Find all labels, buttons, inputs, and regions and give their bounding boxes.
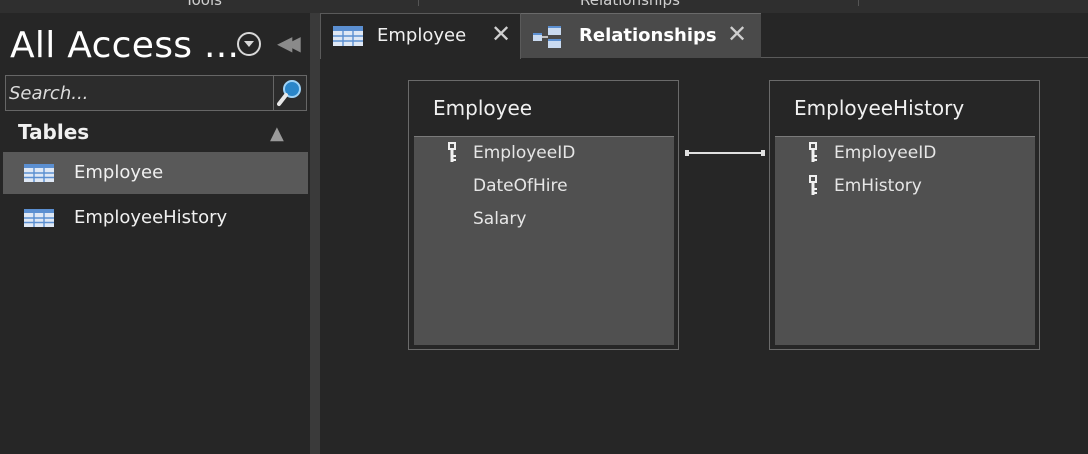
field-name: EmployeeID [834,143,937,163]
document-area: Employee ✕ Relationships ✕ Employee Empl… [320,13,1088,454]
search-input[interactable] [6,76,274,110]
key-icon [448,142,456,162]
field-list: EmployeeID DateOfHire Salary [414,136,674,345]
nav-item-label: EmployeeHistory [74,207,228,228]
field-list: EmployeeID EmHistory [775,136,1035,345]
close-icon[interactable]: ✕ [727,20,747,48]
nav-item-employeehistory[interactable]: EmployeeHistory [3,197,308,239]
table-box-title: Employee [433,96,533,120]
tab-employee[interactable]: Employee ✕ [320,13,521,59]
relationships-icon [533,26,561,48]
nav-pane-splitter[interactable] [310,13,320,454]
field-name: DateOfHire [473,176,568,196]
dropdown-icon[interactable] [237,32,261,56]
close-icon[interactable]: ✕ [491,20,511,48]
ribbon-separator [858,0,859,6]
table-box-title: EmployeeHistory [794,96,965,120]
field-row[interactable]: EmHistory [775,170,1035,203]
tab-relationships[interactable]: Relationships ✕ [521,13,761,58]
collapse-icon[interactable]: ◀◀ [277,31,301,55]
field-row[interactable]: EmployeeID [414,137,674,170]
field-row[interactable]: EmployeeID [775,137,1035,170]
field-name: Salary [473,209,527,229]
table-icon [333,26,363,46]
field-name: EmHistory [834,176,922,196]
key-icon [809,142,817,162]
document-tab-bar: Employee ✕ Relationships ✕ [320,13,1088,59]
nav-item-label: Employee [74,162,164,183]
group-collapse-icon[interactable]: ▲ [270,123,284,144]
relationships-canvas[interactable]: Employee EmployeeID DateOfHire Salary Em… [320,59,1088,454]
tab-label: Employee [377,25,467,46]
ribbon-tab-relationships[interactable]: Relationships [580,0,680,9]
ribbon-separator [418,0,419,6]
search-box [5,75,307,111]
group-header-tables[interactable]: Tables [18,120,89,144]
table-icon [24,209,54,227]
tab-label: Relationships [579,25,717,46]
ribbon-tab-tools[interactable]: Tools [185,0,222,9]
nav-pane-title[interactable]: All Access ... [10,25,239,66]
search-button[interactable] [273,76,306,110]
field-row[interactable]: DateOfHire [414,170,674,203]
nav-item-employee[interactable]: Employee [3,152,308,194]
table-box-employeehistory[interactable]: EmployeeHistory EmployeeID EmHistory [769,80,1040,350]
search-icon [277,80,301,106]
navigation-pane: All Access ... ◀◀ Tables ▲ Employee Empl… [0,13,310,454]
field-name: EmployeeID [473,143,576,163]
relationship-line[interactable] [685,150,765,156]
key-icon [809,175,817,195]
field-row[interactable]: Salary [414,203,674,236]
table-box-employee[interactable]: Employee EmployeeID DateOfHire Salary [408,80,679,350]
table-icon [24,164,54,182]
ribbon: Tools Relationships [0,0,1088,13]
